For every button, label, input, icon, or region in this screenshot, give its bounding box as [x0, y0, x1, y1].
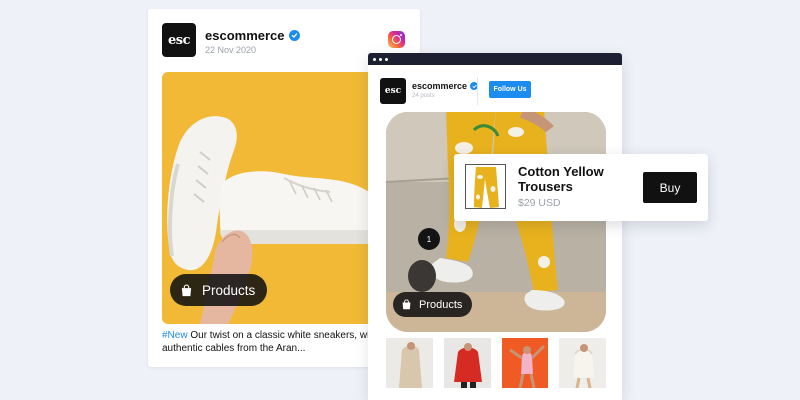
shop-brand-logo[interactable]: esc	[380, 78, 406, 104]
verified-badge-icon	[288, 30, 300, 41]
account-name[interactable]: escommerce	[205, 28, 285, 43]
hashtag-link[interactable]: #New	[162, 330, 188, 341]
instagram-icon[interactable]	[388, 31, 405, 48]
account-header: escommerce	[205, 28, 300, 43]
thumbnail-orange-dancer[interactable]	[501, 338, 549, 388]
products-label: Products	[202, 282, 256, 298]
thumbnail-beige-jacket[interactable]	[386, 338, 433, 388]
product-thumbnail[interactable]	[465, 164, 506, 209]
products-label: Products	[419, 298, 463, 311]
product-price: $29 USD	[518, 197, 561, 209]
shopping-bag-icon	[181, 284, 192, 296]
shop-browser-window: esc escommerce 24 posts Follow Us 1 Prod…	[368, 53, 622, 400]
product-name: Cotton Yellow Trousers	[518, 164, 604, 194]
follow-button[interactable]: Follow Us	[489, 81, 531, 98]
product-thumbnails	[386, 338, 606, 388]
thumbnail-red-jacket[interactable]	[443, 338, 491, 388]
product-popup-card: Cotton Yellow Trousers $29 USD Buy	[454, 154, 708, 221]
browser-dots-icon	[368, 53, 622, 65]
product-hotspot-1[interactable]: 1	[418, 228, 440, 250]
caption-text: Our twist on a classic white sneakers, w…	[162, 330, 378, 354]
buy-button[interactable]: Buy	[643, 172, 697, 203]
post-date: 22 Nov 2020	[205, 45, 257, 55]
shopping-bag-icon	[402, 299, 411, 310]
shop-account-header: escommerce	[412, 81, 479, 91]
trousers-feed-image[interactable]: 1 2 Products	[386, 112, 606, 332]
products-button[interactable]: Products	[393, 292, 473, 317]
shop-account-name[interactable]: escommerce	[412, 81, 467, 91]
posts-count: 24 posts	[412, 93, 435, 99]
header-divider	[477, 77, 478, 105]
brand-logo[interactable]: esc	[162, 23, 196, 57]
products-button[interactable]: Products	[170, 274, 268, 306]
thumbnail-white-outfit[interactable]	[559, 338, 606, 388]
